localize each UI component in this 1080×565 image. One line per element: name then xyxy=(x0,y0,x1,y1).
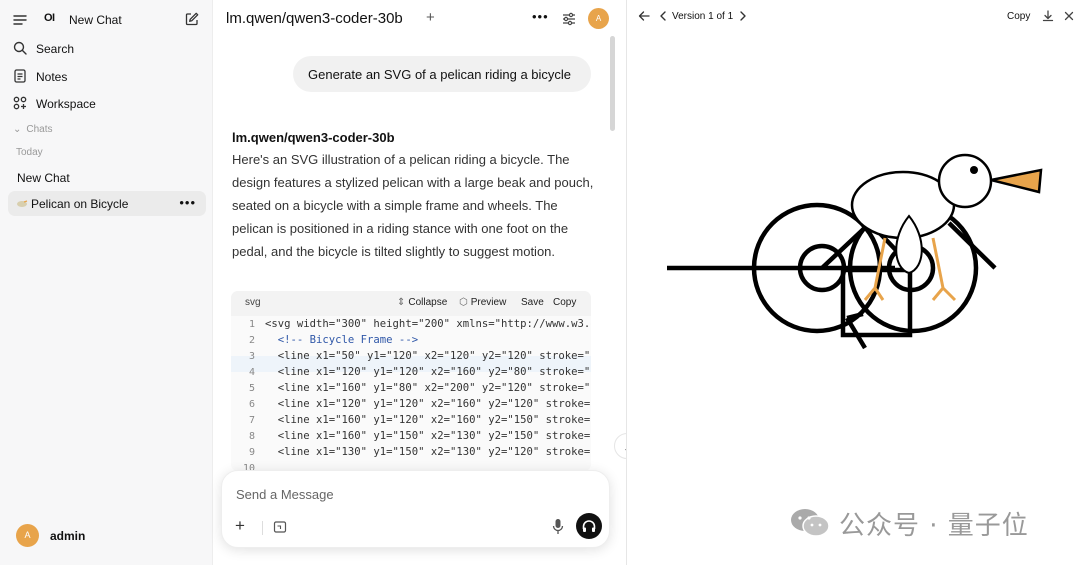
line-number: 9 xyxy=(248,447,255,458)
code-line: <line x1="160" y1="120" x2="160" y2="150… xyxy=(277,414,591,426)
copy-code-button[interactable]: Copy xyxy=(553,297,576,308)
pelican-leg-right xyxy=(931,237,957,302)
code-line: <!-- Bicycle Frame --> xyxy=(265,334,419,346)
handlebar xyxy=(947,221,997,270)
line-number: 3 xyxy=(248,351,255,362)
collapse-icon: ⇕ xyxy=(397,297,406,308)
code-line: <line x1="120" y1="120" x2="160" y2="120… xyxy=(277,398,591,410)
watermark-text: 公众号 · 量子位 xyxy=(839,511,1029,541)
sidebar: OI New Chat Search Notes Workspace ⌄ Chat… xyxy=(0,0,213,565)
user-message: Generate an SVG of a pelican riding a bi… xyxy=(293,56,591,92)
line-number: 6 xyxy=(248,399,255,410)
screen-capture-icon[interactable] xyxy=(273,520,287,534)
bicycle xyxy=(667,202,997,350)
avatar: A xyxy=(16,524,39,547)
avatar[interactable]: A xyxy=(588,8,609,29)
chat-panel: lm.qwen/qwen3-coder-30b + ••• A Generate… xyxy=(213,0,640,565)
sidebar-header: OI New Chat xyxy=(12,10,200,30)
message-input[interactable]: Send a Message xyxy=(236,487,334,502)
collapse-label: Collapse xyxy=(408,297,448,308)
sidebar-item-notes[interactable]: Notes xyxy=(12,66,202,88)
search-icon xyxy=(13,41,27,55)
pelican-head xyxy=(937,153,993,209)
chevron-left-icon[interactable] xyxy=(658,10,668,22)
chats-section-toggle[interactable]: ⌄ Chats xyxy=(13,124,53,135)
preview-icon: ⬡ xyxy=(459,297,468,308)
chat-item-label: Pelican on Bicycle xyxy=(31,197,129,211)
line-number: 5 xyxy=(248,383,255,394)
sidebar-item-workspace[interactable]: Workspace xyxy=(12,93,202,115)
sidebar-item-search[interactable]: Search xyxy=(12,38,202,60)
wechat-logo-icon xyxy=(791,509,830,537)
code-line: <line x1="130" y1="150" x2="130" y2="120… xyxy=(277,446,591,458)
message-composer: Send a Message + xyxy=(221,470,610,548)
code-block: svg ⇕ Collapse ⬡ Preview Save Copy 1 <svg … xyxy=(231,291,591,471)
line-number: 8 xyxy=(248,431,255,442)
workspace-icon xyxy=(13,96,27,110)
artifact-copy-button[interactable]: Copy xyxy=(1007,11,1030,22)
app-logo: OI xyxy=(44,12,55,24)
chat-item-new-chat[interactable]: New Chat xyxy=(8,165,206,190)
code-line: <line x1="160" y1="80" x2="200" y2="120"… xyxy=(277,382,591,394)
controls-icon[interactable] xyxy=(561,11,577,27)
response-text: Here's an SVG illustration of a pelican … xyxy=(232,152,594,259)
pelican-beak xyxy=(990,168,1043,194)
line-number: 4 xyxy=(248,367,255,378)
line-number: 7 xyxy=(248,415,255,426)
download-icon[interactable] xyxy=(1041,9,1055,23)
model-selector[interactable]: lm.qwen/qwen3-coder-30b xyxy=(226,10,403,27)
artifact-panel: Version 1 of 1 Copy 公众号 · 量子位 xyxy=(626,0,1080,565)
chat-scrollbar[interactable] xyxy=(610,36,615,131)
microphone-icon[interactable] xyxy=(551,518,565,535)
pelican-bicycle-illustration xyxy=(667,153,1043,350)
more-options-button[interactable]: ••• xyxy=(532,9,549,24)
preview-button[interactable]: ⬡ Preview xyxy=(459,297,506,308)
chat-item-pelican-on-bicycle[interactable]: Pelican on Bicycle ••• xyxy=(8,191,206,216)
code-line: <line x1="50" y1="120" x2="120" y2="120"… xyxy=(277,350,591,362)
chat-header: lm.qwen/qwen3-coder-30b + ••• A xyxy=(213,0,626,38)
line-number: 1 xyxy=(248,319,255,330)
today-group-label: Today xyxy=(16,147,43,158)
artifact-version-label: Version 1 of 1 xyxy=(672,11,734,22)
save-button[interactable]: Save xyxy=(521,297,544,308)
collapse-button[interactable]: ⇕ Collapse xyxy=(397,297,447,308)
notes-icon xyxy=(14,69,26,83)
chevron-right-icon[interactable] xyxy=(738,10,748,22)
menu-icon[interactable] xyxy=(12,12,28,28)
code-line: <line x1="120" y1="120" x2="160" y2="80"… xyxy=(277,366,591,378)
close-icon[interactable] xyxy=(1063,10,1075,22)
chat-thumbnail-icon xyxy=(17,200,28,207)
compose-icon[interactable] xyxy=(184,11,200,27)
sidebar-item-label: Workspace xyxy=(36,97,96,111)
sidebar-item-label: Search xyxy=(36,42,75,56)
sidebar-item-label: Notes xyxy=(36,70,68,84)
arrow-left-icon[interactable] xyxy=(637,9,651,23)
chat-options-button[interactable]: ••• xyxy=(179,195,196,210)
preview-label: Preview xyxy=(470,297,507,308)
response-model-name: lm.qwen/qwen3-coder-30b xyxy=(232,130,395,145)
code-block-header: svg ⇕ Collapse ⬡ Preview Save Copy xyxy=(231,291,591,316)
pelican-eye xyxy=(970,166,978,174)
line-number: 2 xyxy=(248,335,255,346)
headphones-icon xyxy=(582,520,596,532)
new-chat-button[interactable]: New Chat xyxy=(69,13,122,27)
code-line: <line x1="160" y1="150" x2="130" y2="150… xyxy=(277,430,591,442)
code-language: svg xyxy=(245,297,261,308)
voice-mode-button[interactable] xyxy=(576,513,602,539)
add-attachment-button[interactable]: + xyxy=(235,516,245,536)
chat-item-label: New Chat xyxy=(17,171,70,185)
chats-section-label: Chats xyxy=(26,124,53,135)
composer-divider xyxy=(262,521,263,535)
code-editor[interactable]: 1 <svg width="300" height="200" xmlns="h… xyxy=(231,316,591,471)
chevron-down-icon: ⌄ xyxy=(13,124,22,135)
add-model-button[interactable]: + xyxy=(426,9,435,26)
code-line: <svg width="300" height="200" xmlns="htt… xyxy=(265,318,591,330)
user-name: admin xyxy=(50,529,86,543)
